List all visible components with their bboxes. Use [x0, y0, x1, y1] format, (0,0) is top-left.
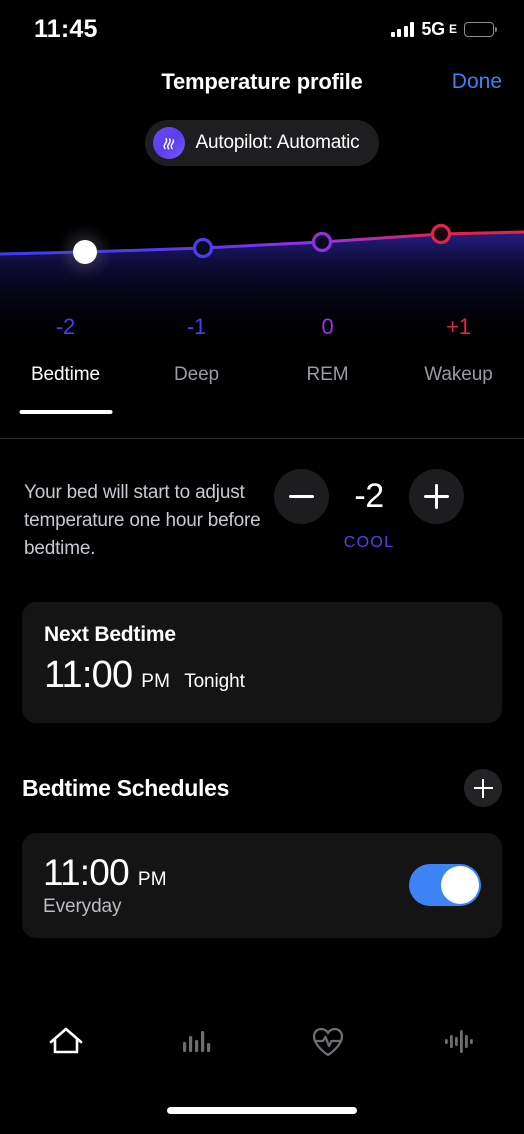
next-bedtime-when: Tonight [184, 671, 245, 692]
tabbar-item-stats[interactable] [131, 1010, 262, 1076]
tab-wakeup-label: Wakeup [424, 364, 493, 385]
status-bar-time: 11:45 [34, 14, 98, 43]
schedule-meridiem: PM [137, 869, 167, 890]
plus-icon-vertical [482, 778, 484, 798]
schedule-row[interactable]: 11:00 PM Everyday [22, 833, 502, 938]
battery-icon [464, 21, 498, 37]
network-type-sublabel: E [448, 22, 457, 36]
tabbar-item-home[interactable] [0, 1010, 131, 1076]
chart-value-2: 0 [321, 314, 334, 339]
stage-tabs: Bedtime Deep REM Wakeup [0, 364, 524, 414]
bar-chart-icon [177, 1024, 217, 1063]
cellular-signal-icon [390, 21, 415, 37]
tab-rem[interactable]: REM [262, 364, 393, 414]
tab-deep-label: Deep [173, 364, 220, 385]
stepper-caption: COOL [343, 534, 395, 551]
tab-bedtime[interactable]: Bedtime [0, 364, 131, 414]
schedule-toggle-knob [441, 866, 479, 904]
status-bar: 11:45 5G E [0, 0, 524, 58]
home-indicator [167, 1107, 357, 1114]
nav-header: Temperature profile Done [0, 58, 524, 106]
tab-bedtime-label: Bedtime [30, 364, 100, 385]
next-bedtime-time: 11:00 [44, 654, 133, 696]
temperature-profile-chart[interactable]: -2 -1 0 +1 Bedtime Deep REM Wakeup [0, 196, 524, 439]
schedule-time: 11:00 [43, 852, 130, 893]
chart-value-0: -2 [55, 314, 76, 339]
tab-deep[interactable]: Deep [131, 364, 262, 414]
stepper-value: -2 [354, 477, 384, 515]
autopilot-label: Autopilot: Automatic [195, 132, 360, 153]
next-bedtime-time-row: 11:00 PM Tonight [44, 654, 480, 697]
plus-icon-vertical [434, 484, 439, 509]
heat-waves-icon [152, 127, 185, 159]
chart-value-1: -1 [186, 314, 207, 339]
done-button[interactable]: Done [452, 70, 502, 94]
network-type-label: 5G [421, 18, 445, 39]
next-bedtime-title: Next Bedtime [44, 623, 176, 646]
chart-value-3: +1 [446, 314, 471, 339]
chart-value-labels: -2 -1 0 +1 [0, 314, 524, 340]
decrease-temperature-button[interactable] [274, 469, 329, 524]
page-title: Temperature profile [161, 69, 363, 94]
schedule-repeat: Everyday [43, 896, 122, 917]
next-bedtime-meridiem: PM [141, 671, 171, 692]
tab-rem-label: REM [306, 364, 349, 385]
stepper-description: Your bed will start to adjust temperatur… [24, 482, 261, 559]
temperature-curve [0, 223, 524, 331]
schedule-time-row: 11:00 PM [43, 852, 167, 894]
add-schedule-button[interactable] [464, 769, 502, 807]
temperature-stepper-section: Your bed will start to adjust temperatur… [0, 439, 524, 563]
stepper-control: -2 COOL [274, 469, 464, 552]
tabbar-item-sounds[interactable] [393, 1010, 524, 1076]
schedule-toggle[interactable] [409, 864, 481, 906]
bedtime-schedules-title: Bedtime Schedules [22, 774, 230, 801]
home-icon [46, 1023, 86, 1064]
heart-pulse-icon [307, 1021, 349, 1066]
autopilot-row: Autopilot: Automatic [0, 120, 524, 166]
autopilot-button[interactable]: Autopilot: Automatic [144, 120, 380, 166]
status-bar-indicators: 5G E [390, 18, 498, 40]
schedule-row-info: 11:00 PM Everyday [43, 852, 167, 918]
waveform-icon [439, 1024, 479, 1063]
tab-wakeup[interactable]: Wakeup [393, 364, 524, 414]
next-bedtime-card[interactable]: Next Bedtime 11:00 PM Tonight [22, 602, 502, 723]
increase-temperature-button[interactable] [409, 469, 464, 524]
stepper-row: -2 [274, 469, 464, 524]
tabbar-item-health[interactable] [262, 1010, 393, 1076]
tab-active-underline [19, 410, 112, 414]
minus-icon [289, 494, 314, 499]
bottom-tab-bar [0, 1010, 524, 1076]
bedtime-schedules-header: Bedtime Schedules [22, 769, 502, 807]
